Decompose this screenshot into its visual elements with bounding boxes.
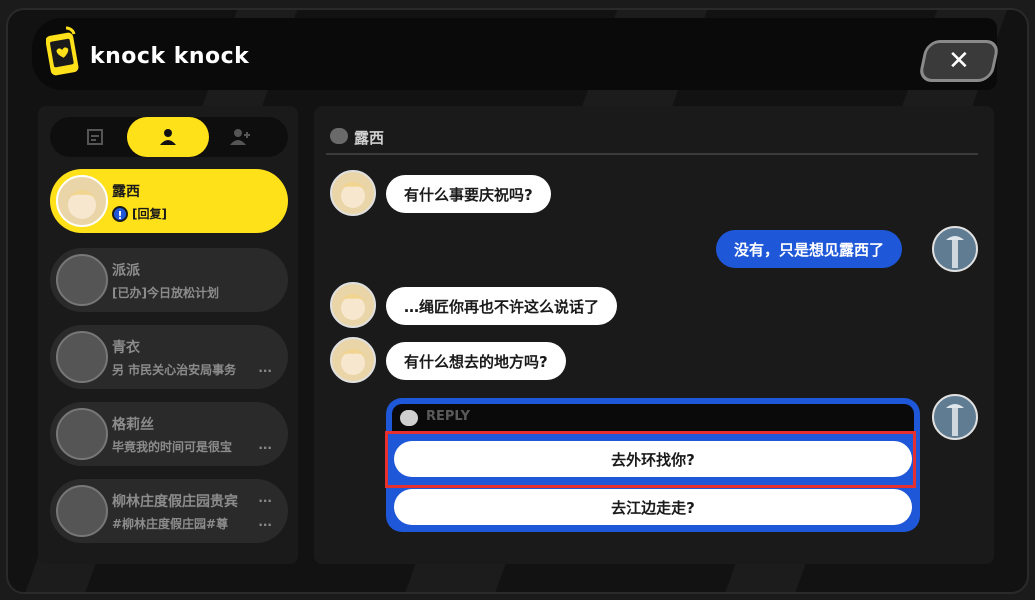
contact-name: 派派 <box>112 263 140 279</box>
contact-preview-text: [回复] <box>132 207 167 221</box>
contact-preview: 毕竟我的时间可是很宝 <box>112 440 233 454</box>
contact-preview: [已办]今日放松计划 <box>112 286 219 300</box>
more-indicator: ... <box>258 491 272 505</box>
person-icon <box>160 129 176 145</box>
contact-item-lucy[interactable]: 露西 ! [回复] <box>50 169 288 233</box>
message-bubble-incoming: …绳匠你再也不许这么说话了 <box>386 287 618 325</box>
contact-preview: ! [回复] <box>112 205 280 222</box>
app-title: knock knock <box>90 44 250 69</box>
contact-name: 格莉丝 <box>112 417 154 433</box>
close-icon: ✕ <box>948 46 970 76</box>
chat-bubble-icon <box>330 128 348 144</box>
contact-preview: 另 市民关心治安局事务 <box>112 363 237 377</box>
message-bubble-outgoing: 没有，只是想见露西了 <box>716 230 903 268</box>
reply-header <box>392 404 914 432</box>
tab-add-friend[interactable] <box>200 117 282 157</box>
phone-heart-icon <box>46 26 79 76</box>
divider <box>326 153 978 155</box>
contact-name: 柳林庄度假庄园贵宾 <box>112 494 238 510</box>
contact-name: 青衣 <box>112 340 140 356</box>
message-bubble-incoming: 有什么想去的地方吗? <box>386 342 566 380</box>
chat-bubble-icon <box>400 410 418 426</box>
more-indicator: ... <box>258 438 272 452</box>
reply-label: REPLY <box>426 409 471 424</box>
close-button[interactable]: ✕ <box>917 40 1001 82</box>
avatar <box>330 282 376 328</box>
contact-name: 露西 <box>112 184 140 200</box>
contact-preview: #柳林庄度假庄园#尊 <box>112 517 229 531</box>
message-bubble-incoming: 有什么事要庆祝吗? <box>386 175 551 213</box>
avatar <box>56 331 108 383</box>
contact-item[interactable]: 格莉丝 毕竟我的时间可是很宝 ... <box>50 402 288 466</box>
tab-contacts[interactable] <box>127 117 209 157</box>
alert-badge: ! <box>112 205 128 222</box>
avatar <box>56 254 108 306</box>
selection-highlight <box>385 431 916 488</box>
avatar <box>56 408 108 460</box>
contact-item[interactable]: 青衣 另 市民关心治安局事务 ... <box>50 325 288 389</box>
more-indicator: ... <box>258 361 272 375</box>
avatar <box>932 394 978 440</box>
group-chat-icon <box>87 129 103 145</box>
more-indicator: ... <box>258 515 272 529</box>
avatar <box>56 485 108 537</box>
add-friend-icon <box>230 129 250 145</box>
chat-title: 露西 <box>354 129 385 147</box>
tab-group-chat[interactable] <box>54 117 136 157</box>
contact-item[interactable]: 柳林庄度假庄园贵宾 ... #柳林庄度假庄园#尊 ... <box>50 479 288 543</box>
avatar <box>932 226 978 272</box>
avatar <box>56 175 108 227</box>
avatar <box>330 337 376 383</box>
avatar <box>330 170 376 216</box>
reply-option-2[interactable]: 去江边走走? <box>394 489 912 525</box>
contact-item[interactable]: 派派 [已办]今日放松计划 <box>50 248 288 312</box>
